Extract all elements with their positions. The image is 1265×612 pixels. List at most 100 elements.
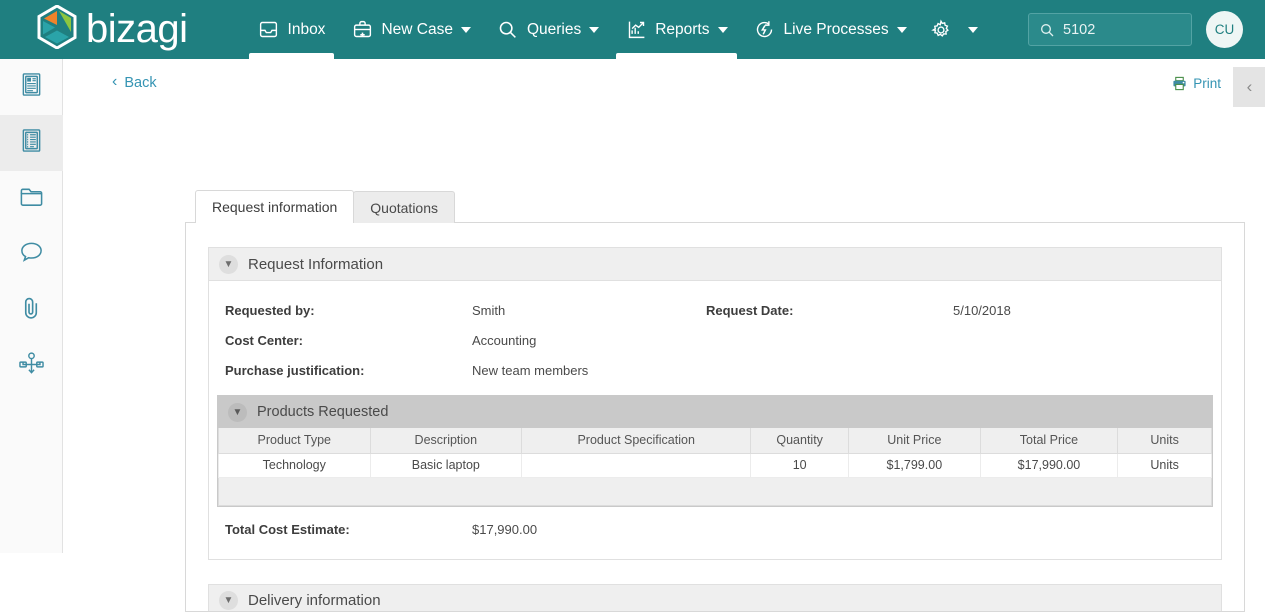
process-diagram-icon: [18, 352, 45, 382]
form-panel: ▼ Request Information Requested by: Smit…: [185, 222, 1245, 612]
avatar-initials: CU: [1215, 22, 1235, 37]
nav-label-reports: Reports: [655, 21, 709, 39]
total-label: Total Cost Estimate:: [225, 522, 472, 537]
chevron-down-icon: [461, 27, 471, 33]
section-body-request-information: Requested by: Smith Request Date: 5/10/2…: [209, 281, 1221, 559]
summary-list-icon: [20, 128, 43, 158]
sidebar-item-summary[interactable]: [0, 115, 63, 171]
nav-label-queries: Queries: [527, 21, 581, 39]
table-footer-row: [219, 477, 1212, 505]
section-title: Products Requested: [257, 404, 388, 420]
user-avatar[interactable]: CU: [1206, 11, 1243, 48]
field-value: Accounting: [472, 333, 536, 348]
cell-description: Basic laptop: [370, 453, 522, 477]
field-label: Requested by:: [225, 303, 472, 318]
printer-icon: [1172, 76, 1187, 91]
chevron-down-icon: [897, 27, 907, 33]
tab-request-information[interactable]: Request information: [195, 190, 354, 223]
field-value: 5/10/2018: [953, 303, 1011, 318]
cell-product-specification: [522, 453, 751, 477]
briefcase-plus-icon: [351, 19, 373, 41]
section-header-products-requested[interactable]: ▼ Products Requested: [218, 396, 1212, 428]
live-processes-icon: [754, 19, 776, 41]
search-icon: [1039, 22, 1055, 38]
sidebar-item-attachments[interactable]: [0, 283, 63, 339]
sidebar-item-comments[interactable]: [0, 227, 63, 283]
field-row: Cost Center: Accounting: [209, 325, 1221, 355]
tab-quotations[interactable]: Quotations: [353, 191, 455, 223]
gear-icon: [930, 19, 952, 41]
section-title: Request Information: [248, 256, 383, 273]
field-requested-by: Requested by: Smith: [209, 303, 706, 318]
chevron-left-icon: ‹: [112, 74, 117, 90]
field-label: Purchase justification:: [225, 363, 472, 378]
cell-unit-price: $1,799.00: [849, 453, 981, 477]
table-header-row: Product Type Description Product Specifi…: [219, 428, 1212, 453]
chevron-down-icon: ▼: [219, 255, 238, 274]
field-row: Purchase justification: New team members: [209, 355, 1221, 385]
form-tabs: Request information Quotations: [195, 190, 455, 223]
field-cost-center: Cost Center: Accounting: [209, 333, 706, 348]
search-icon: [497, 19, 519, 41]
folder-icon: [19, 185, 44, 214]
chevron-left-icon: ‹: [1247, 77, 1253, 97]
chevron-down-icon: [718, 27, 728, 33]
chevron-down-icon: [968, 27, 978, 33]
section-delivery-information: ▼ Delivery information Delivery address:…: [208, 584, 1222, 612]
nav-item-new-case[interactable]: New Case: [338, 0, 484, 59]
nav-item-settings[interactable]: [920, 0, 988, 59]
nav-label-new-case: New Case: [381, 21, 453, 39]
table-row[interactable]: Technology Basic laptop 10 $1,799.00 $17…: [219, 453, 1212, 477]
field-value: Smith: [472, 303, 505, 318]
section-header-delivery-information[interactable]: ▼ Delivery information: [209, 585, 1221, 612]
nav-label-live-processes: Live Processes: [784, 21, 889, 39]
form-document-icon: [20, 72, 43, 102]
brand-name: bizagi: [86, 9, 188, 49]
print-label: Print: [1193, 76, 1221, 91]
total-cost-estimate: Total Cost Estimate: $17,990.00: [209, 513, 1221, 547]
field-row: Requested by: Smith Request Date: 5/10/2…: [209, 295, 1221, 325]
products-table: Product Type Description Product Specifi…: [218, 428, 1212, 506]
table-footer-cell: [219, 477, 1212, 505]
chevron-down-icon: ▼: [219, 591, 238, 610]
chevron-down-icon: ▼: [228, 403, 247, 422]
print-button[interactable]: Print: [1172, 76, 1221, 91]
tab-label: Quotations: [370, 200, 438, 216]
field-request-date: Request Date: 5/10/2018: [706, 303, 1203, 318]
field-purchase-justification: Purchase justification: New team members: [209, 363, 706, 378]
inbox-icon: [258, 19, 280, 41]
tab-label: Request information: [212, 199, 337, 215]
field-label: Cost Center:: [225, 333, 472, 348]
cell-product-type: Technology: [219, 453, 371, 477]
search-input[interactable]: [1063, 22, 1173, 38]
sidebar-item-process[interactable]: [0, 339, 63, 395]
column-quantity: Quantity: [751, 428, 849, 453]
top-navigation-bar: bizagi Inbox New Case: [0, 0, 1265, 59]
column-unit-price: Unit Price: [849, 428, 981, 453]
nav-item-inbox[interactable]: Inbox: [245, 0, 339, 59]
comment-bubble-icon: [19, 240, 44, 270]
back-button[interactable]: ‹ Back: [112, 75, 157, 91]
nav-item-reports[interactable]: Reports: [612, 0, 740, 59]
back-label: Back: [124, 75, 156, 91]
nav-item-queries[interactable]: Queries: [484, 0, 612, 59]
bizagi-logo[interactable]: bizagi: [37, 0, 188, 59]
sidebar-item-documents[interactable]: [0, 171, 63, 227]
left-sidebar: [0, 59, 63, 553]
cell-total-price: $17,990.00: [980, 453, 1118, 477]
section-title: Delivery information: [248, 592, 381, 609]
chevron-down-icon: [589, 27, 599, 33]
column-product-specification: Product Specification: [522, 428, 751, 453]
chart-icon: [625, 19, 647, 41]
section-header-request-information[interactable]: ▼ Request Information: [209, 248, 1221, 281]
column-product-type: Product Type: [219, 428, 371, 453]
cell-units: Units: [1118, 453, 1212, 477]
collapse-panel-button[interactable]: ‹: [1233, 67, 1265, 107]
nav-menu: Inbox New Case Queries: [245, 0, 988, 59]
main-content: ‹ Back Print ‹ Request information Quota…: [63, 59, 1265, 553]
nav-item-live-processes[interactable]: Live Processes: [741, 0, 920, 59]
total-value: $17,990.00: [472, 522, 537, 537]
sidebar-item-form[interactable]: [0, 59, 63, 115]
bizagi-hexagon-logo-icon: [37, 5, 77, 54]
global-search[interactable]: [1028, 13, 1192, 46]
